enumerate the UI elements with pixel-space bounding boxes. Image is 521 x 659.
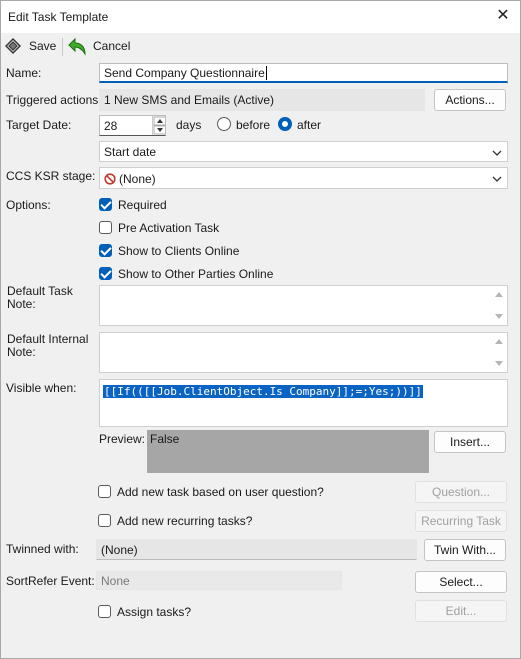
close-icon[interactable]: ✕ <box>494 7 512 25</box>
name-label: Name: <box>6 66 42 80</box>
preview-value: False <box>150 432 180 446</box>
days-label: days <box>176 118 202 132</box>
default-task-note-textarea[interactable] <box>99 285 508 326</box>
new-recurring-label: Add new recurring tasks? <box>117 514 253 528</box>
preview-label: Preview: <box>99 432 146 446</box>
scroll-arrows-icon <box>495 339 503 366</box>
target-basis-select[interactable]: Start date <box>99 141 508 162</box>
sortrefer-event-label: SortRefer Event: <box>6 574 95 588</box>
sortrefer-event-value: None <box>96 571 342 590</box>
default-internal-note-label-line2: Note: <box>7 345 36 359</box>
new-task-question-label: Add new task based on user question? <box>117 485 324 499</box>
visible-when-expression-input[interactable]: [[If(([[Job.ClientObject.Is Company]];=;… <box>99 379 508 427</box>
save-label: Save <box>29 39 57 53</box>
triggered-actions-value: 1 New SMS and Emails (Active) <box>99 89 425 111</box>
target-date-label: Target Date: <box>6 118 72 132</box>
triggered-actions-label: Triggered actions: <box>6 93 102 107</box>
internal-note-scrollbar[interactable] <box>491 333 507 372</box>
visible-when-label: Visible when: <box>6 381 77 395</box>
name-input-value: Send Company Questionnaire <box>104 66 265 80</box>
select-button[interactable]: Select... <box>415 571 507 593</box>
options-label: Options: <box>6 198 51 212</box>
undo-arrow-icon <box>68 37 86 56</box>
new-task-question-checkbox[interactable] <box>98 485 111 498</box>
edit-button[interactable]: Edit... <box>415 600 507 622</box>
new-recurring-checkbox[interactable] <box>98 514 111 527</box>
after-radio[interactable] <box>278 117 292 131</box>
task-note-scrollbar[interactable] <box>491 286 507 325</box>
assign-tasks-label: Assign tasks? <box>117 605 192 619</box>
visible-when-expression: [[If(([[Job.ClientObject.Is Company]];=;… <box>103 385 423 398</box>
title-bar: Edit Task Template ✕ <box>1 1 520 33</box>
twinned-with-value: (None) <box>96 539 417 560</box>
name-input[interactable]: Send Company Questionnaire <box>99 63 508 83</box>
spinner-buttons[interactable] <box>152 116 165 135</box>
scroll-arrows-icon <box>495 292 503 319</box>
default-task-note-label-line1: Default Task <box>7 284 73 298</box>
ccs-ksr-select[interactable]: (None) <box>99 167 508 189</box>
preview-box: False <box>147 430 429 473</box>
toolbar-separator <box>62 38 63 56</box>
ccs-ksr-label: CCS KSR stage: <box>6 169 96 183</box>
pre-activation-checkbox[interactable] <box>99 221 112 234</box>
no-entry-icon <box>104 173 116 185</box>
show-other-parties-checkbox[interactable] <box>99 267 112 280</box>
ccs-ksr-value: (None) <box>119 172 156 186</box>
show-other-parties-label: Show to Other Parties Online <box>118 267 274 281</box>
target-basis-value: Start date <box>104 145 157 159</box>
actions-button[interactable]: Actions... <box>434 89 506 111</box>
twinned-with-label: Twinned with: <box>6 542 79 556</box>
spinner-arrows-icon <box>153 116 165 135</box>
triggered-actions-text: 1 New SMS and Emails (Active) <box>104 93 275 107</box>
chevron-down-icon <box>492 176 502 182</box>
required-label: Required <box>118 198 167 212</box>
required-checkbox[interactable] <box>99 198 112 211</box>
pre-activation-label: Pre Activation Task <box>118 221 220 235</box>
show-clients-online-checkbox[interactable] <box>99 244 112 257</box>
target-days-value: 28 <box>104 119 118 133</box>
toolbar: Save Cancel <box>1 33 520 59</box>
save-icon <box>5 38 21 54</box>
assign-tasks-checkbox[interactable] <box>98 605 111 618</box>
default-internal-note-textarea[interactable] <box>99 332 508 373</box>
window-title: Edit Task Template <box>8 10 109 24</box>
target-days-spinner[interactable]: 28 <box>99 115 166 136</box>
default-internal-note-label-line1: Default Internal <box>7 332 89 346</box>
sortrefer-event-text: None <box>101 574 130 588</box>
show-clients-online-label: Show to Clients Online <box>118 244 240 258</box>
after-label: after <box>297 118 322 132</box>
edit-task-template-window: Edit Task Template ✕ Save Cancel Name: S… <box>0 0 521 659</box>
before-label: before <box>236 118 271 132</box>
question-button[interactable]: Question... <box>415 481 507 503</box>
twin-with-button[interactable]: Twin With... <box>424 539 506 561</box>
twinned-with-text: (None) <box>101 543 138 557</box>
cancel-button[interactable]: Cancel <box>68 36 130 56</box>
recurring-task-button[interactable]: Recurring Task <box>415 510 507 532</box>
cancel-label: Cancel <box>93 39 131 53</box>
chevron-down-icon <box>492 150 502 156</box>
save-button[interactable]: Save <box>4 36 56 56</box>
default-task-note-label-line2: Note: <box>7 297 36 311</box>
insert-button[interactable]: Insert... <box>434 431 506 453</box>
before-radio[interactable] <box>217 117 231 131</box>
